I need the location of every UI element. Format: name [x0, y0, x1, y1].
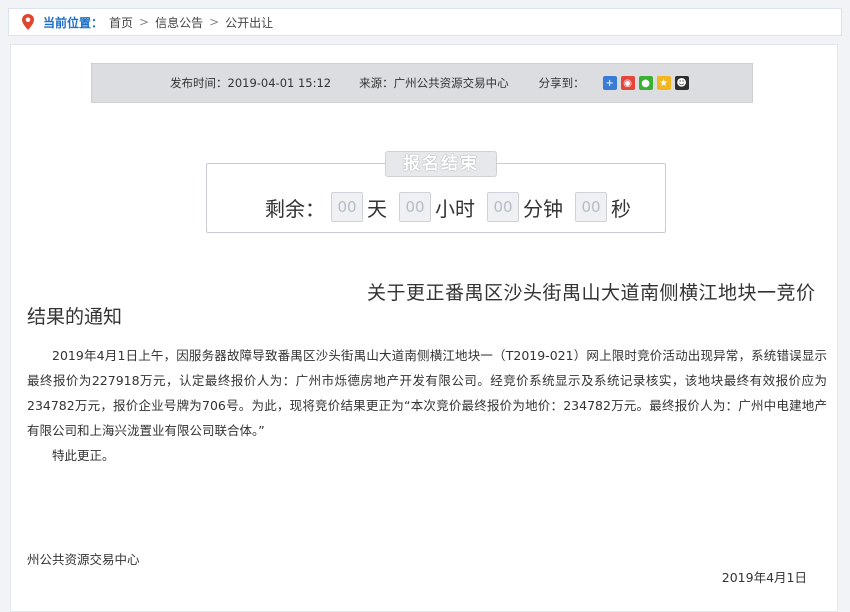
minutes-unit: 分钟 [523, 196, 563, 221]
breadcrumb-label: 当前位置： [43, 15, 104, 30]
breadcrumb-public-transfer[interactable]: 公开出让 [225, 14, 273, 31]
content-panel: 发布时间：2019-04-01 15:12 来源：广州公共资源交易中心 分享到：… [10, 44, 838, 612]
breadcrumb: 当前位置： 首页 > 信息公告 > 公开出让 [8, 8, 842, 36]
article-closing: 特此更正。 [52, 448, 115, 463]
days-value: 00 [331, 192, 363, 222]
seconds-unit: 秒 [611, 196, 631, 221]
weibo-icon[interactable]: ◉ [620, 76, 635, 90]
source: 来源：广州公共资源交易中心 [359, 76, 509, 90]
article-paragraph: 2019年4月1日上午，因服务器故障导致番禺区沙头街禺山大道南侧横江地块一（T2… [27, 348, 827, 438]
chevron-right-icon: > [209, 15, 220, 29]
share-label: 分享到： [538, 76, 585, 90]
article-title-line2: 结果的通知 [27, 306, 123, 328]
days-unit: 天 [367, 196, 387, 221]
wechat-icon[interactable]: ● [638, 76, 653, 90]
star-icon[interactable]: ★ [656, 76, 671, 90]
article-meta-bar: 发布时间：2019-04-01 15:12 来源：广州公共资源交易中心 分享到：… [91, 63, 753, 103]
hours-unit: 小时 [435, 196, 475, 221]
countdown-box: 报名结束 剩余： 00 天 00 小时 00 分钟 00 秒 [206, 151, 666, 233]
publish-time: 发布时间：2019-04-01 15:12 [170, 76, 332, 90]
countdown-row: 剩余： 00 天 00 小时 00 分钟 00 秒 [265, 192, 637, 222]
registration-status: 报名结束 [385, 151, 497, 177]
breadcrumb-home[interactable]: 首页 [109, 14, 133, 31]
article-body: 2019年4月1日上午，因服务器故障导致番禺区沙头街禺山大道南侧横江地块一（T2… [27, 343, 827, 468]
chevron-right-icon: > [139, 15, 150, 29]
breadcrumb-notices[interactable]: 信息公告 [155, 14, 203, 31]
footer-organization: 州公共资源交易中心 [27, 552, 140, 567]
hours-value: 00 [399, 192, 431, 222]
footer-date: 2019年4月1日 [721, 570, 807, 585]
location-pin-icon [22, 14, 34, 30]
share-icons: + ◉ ● ★ ☻ [602, 76, 689, 90]
qzone-plus-icon[interactable]: + [602, 76, 617, 90]
qq-icon[interactable]: ☻ [674, 76, 689, 90]
minutes-value: 00 [487, 192, 519, 222]
seconds-value: 00 [575, 192, 607, 222]
article-title-line1: 关于更正番禺区沙头街禺山大道南侧横江地块一竞价 [367, 282, 816, 304]
countdown-prefix: 剩余： [265, 196, 325, 221]
